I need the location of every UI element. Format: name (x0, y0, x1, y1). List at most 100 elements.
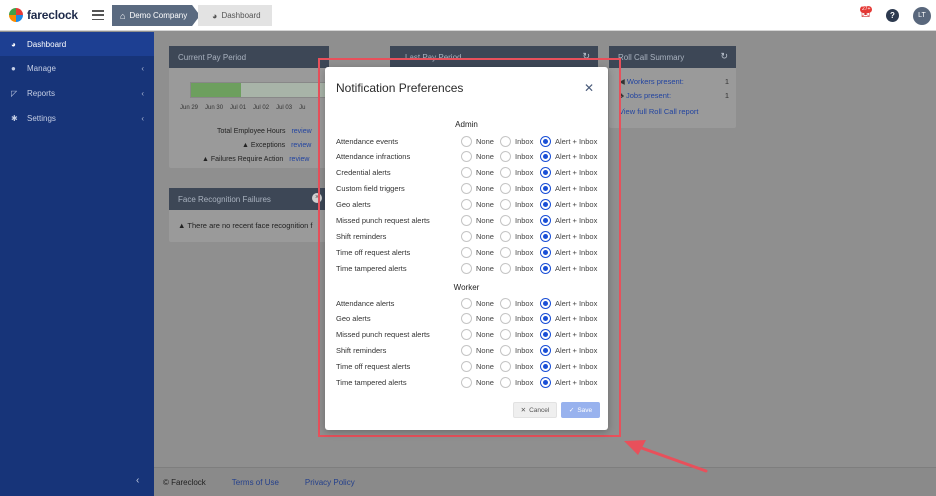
radio-alert[interactable] (540, 246, 551, 258)
option-none[interactable]: None (461, 313, 494, 325)
option-none[interactable]: None (461, 329, 494, 341)
radio-none[interactable] (461, 151, 472, 163)
radio-alert[interactable] (540, 313, 551, 325)
option-inbox[interactable]: Inbox (500, 215, 533, 226)
option-alert[interactable]: Alert + Inbox (540, 313, 597, 325)
option-none[interactable]: None (461, 377, 494, 388)
option-alert[interactable]: Alert + Inbox (540, 377, 597, 388)
radio-inbox[interactable] (500, 297, 511, 309)
option-none[interactable]: None (461, 183, 494, 195)
radio-none[interactable] (461, 135, 472, 147)
radio-inbox[interactable] (500, 199, 511, 211)
option-alert[interactable]: Alert + Inbox (540, 151, 597, 163)
option-alert[interactable]: Alert + Inbox (540, 329, 597, 341)
option-inbox[interactable]: Inbox (500, 167, 533, 179)
option-inbox[interactable]: Inbox (500, 377, 533, 388)
radio-inbox[interactable] (500, 151, 511, 163)
option-none[interactable]: None (461, 167, 494, 179)
option-inbox[interactable]: Inbox (500, 151, 533, 163)
option-none[interactable]: None (461, 199, 494, 211)
option-alert[interactable]: Alert + Inbox (540, 230, 597, 242)
radio-alert[interactable] (540, 361, 551, 373)
radio-alert[interactable] (540, 151, 551, 163)
option-label: None (476, 231, 494, 241)
option-inbox[interactable]: Inbox (500, 183, 533, 195)
option-none[interactable]: None (461, 361, 494, 373)
radio-none[interactable] (461, 297, 472, 309)
radio-inbox[interactable] (500, 262, 511, 274)
option-inbox[interactable]: Inbox (500, 246, 534, 258)
cancel-button[interactable]: ✕ Cancel (513, 402, 557, 418)
option-inbox[interactable]: Inbox (500, 313, 533, 325)
option-inbox[interactable]: Inbox (500, 297, 533, 309)
preference-label: Time tampered alerts (336, 263, 407, 273)
radio-none[interactable] (461, 230, 472, 242)
radio-alert[interactable] (540, 199, 551, 211)
radio-inbox[interactable] (500, 135, 511, 147)
option-label: Inbox (515, 247, 534, 257)
radio-alert[interactable] (540, 345, 551, 357)
radio-inbox[interactable] (500, 313, 511, 325)
option-inbox[interactable]: Inbox (500, 230, 533, 242)
close-icon[interactable]: ✕ (584, 81, 594, 95)
radio-alert[interactable] (540, 262, 551, 274)
radio-inbox[interactable] (500, 377, 511, 388)
radio-inbox[interactable] (500, 345, 511, 357)
radio-inbox[interactable] (500, 167, 511, 179)
option-none[interactable]: None (461, 345, 494, 357)
radio-alert[interactable] (540, 135, 551, 147)
option-none[interactable]: None (461, 262, 494, 274)
radio-alert[interactable] (540, 215, 551, 226)
option-alert[interactable]: Alert + Inbox (540, 246, 597, 258)
option-alert[interactable]: Alert + Inbox (540, 297, 597, 309)
radio-inbox[interactable] (500, 215, 511, 226)
radio-inbox[interactable] (500, 230, 511, 242)
radio-inbox[interactable] (500, 329, 511, 341)
radio-none[interactable] (461, 361, 472, 373)
radio-alert[interactable] (540, 297, 551, 309)
save-button[interactable]: ✓ Save (561, 402, 600, 418)
option-inbox[interactable]: Inbox (500, 329, 533, 341)
radio-none[interactable] (461, 313, 472, 325)
option-none[interactable]: None (461, 135, 494, 147)
option-alert[interactable]: Alert + Inbox (540, 262, 597, 274)
option-none[interactable]: None (461, 151, 494, 163)
radio-inbox[interactable] (500, 246, 511, 258)
preference-label: Geo alerts (336, 200, 371, 210)
option-inbox[interactable]: Inbox (500, 361, 533, 373)
radio-alert[interactable] (540, 377, 551, 388)
option-alert[interactable]: Alert + Inbox (540, 199, 597, 211)
radio-none[interactable] (461, 199, 472, 211)
radio-none[interactable] (461, 215, 472, 226)
option-inbox[interactable]: Inbox (500, 199, 533, 211)
option-inbox[interactable]: Inbox (500, 262, 533, 274)
option-alert[interactable]: Alert + Inbox (540, 345, 597, 357)
radio-none[interactable] (461, 345, 472, 357)
radio-none[interactable] (461, 246, 472, 258)
radio-alert[interactable] (540, 167, 551, 179)
option-none[interactable]: None (461, 246, 494, 258)
option-none[interactable]: None (461, 297, 494, 309)
radio-none[interactable] (461, 262, 472, 274)
radio-inbox[interactable] (500, 361, 511, 373)
radio-none[interactable] (461, 377, 472, 388)
option-inbox[interactable]: Inbox (500, 135, 533, 147)
option-alert[interactable]: Alert + Inbox (540, 167, 597, 179)
radio-none[interactable] (461, 167, 472, 179)
option-alert[interactable]: Alert + Inbox (540, 135, 597, 147)
option-inbox[interactable]: Inbox (500, 345, 533, 357)
preference-row: Attendance alerts None Inbox Alert + Inbox (336, 296, 604, 310)
radio-inbox[interactable] (500, 183, 511, 195)
radio-alert[interactable] (540, 230, 551, 242)
radio-none[interactable] (461, 329, 472, 341)
option-alert[interactable]: Alert + Inbox (540, 215, 597, 226)
radio-alert[interactable] (540, 183, 551, 195)
option-alert[interactable]: Alert + Inbox (540, 183, 597, 195)
save-label: Save (577, 406, 593, 414)
modal-title: Notification Preferences (336, 81, 464, 95)
option-alert[interactable]: Alert + Inbox (540, 361, 597, 373)
option-none[interactable]: None (461, 230, 494, 242)
radio-none[interactable] (461, 183, 472, 195)
radio-alert[interactable] (540, 329, 551, 341)
option-none[interactable]: None (461, 215, 494, 226)
